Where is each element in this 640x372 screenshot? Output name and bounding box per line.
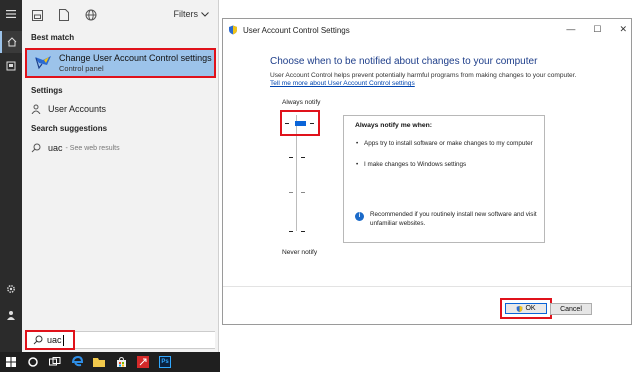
slider-tick (310, 123, 314, 124)
ok-button-highlight: OK (500, 298, 552, 319)
cancel-button[interactable]: Cancel (550, 303, 592, 315)
search-icon (30, 142, 42, 154)
store-icon[interactable] (110, 352, 132, 372)
bullet-icon: • (356, 161, 359, 168)
search-input[interactable]: uac (25, 330, 75, 350)
search-results-panel: Filters Best match Change User Account C… (22, 0, 219, 352)
taskbar: Ps (0, 352, 220, 372)
web-suggestion-item[interactable]: uac - See web results (30, 142, 120, 154)
chevron-down-icon (201, 11, 209, 17)
search-box-background (75, 331, 215, 349)
window-controls: — ☐ ✕ (566, 24, 627, 35)
cortana-circle-icon[interactable] (22, 352, 44, 372)
suggestion-query: uac (48, 143, 63, 153)
best-match-title: Change User Account Control settings (59, 52, 212, 63)
photoshop-icon[interactable]: Ps (154, 352, 176, 372)
info-icon: i (355, 212, 364, 221)
uac-flag-icon (35, 56, 51, 70)
search-icon (33, 335, 43, 345)
level-description-box: Always notify me when: • Apps try to ins… (343, 115, 545, 243)
user-accounts-label: User Accounts (48, 104, 107, 114)
level-bullet: • Apps try to install software or make c… (356, 140, 536, 149)
best-match-result[interactable]: Change User Account Control settings Con… (25, 48, 216, 78)
slider-top-label: Always notify (282, 99, 321, 106)
level-title: Always notify me when: (355, 122, 433, 129)
slider-tick (289, 231, 293, 232)
photoshop-label: Ps (159, 356, 171, 368)
slider-tick (301, 192, 305, 193)
recommendation-text: Recommended if you routinely install new… (370, 211, 537, 227)
documents-icon[interactable] (0, 55, 22, 77)
red-app-icon[interactable] (132, 352, 154, 372)
window-title: User Account Control Settings (243, 25, 350, 35)
uac-settings-window: User Account Control Settings — ☐ ✕ Choo… (222, 18, 632, 325)
task-view-icon[interactable] (44, 352, 66, 372)
home-icon[interactable] (0, 31, 22, 53)
tell-me-more-link[interactable]: Tell me more about User Account Control … (270, 80, 415, 87)
slider-tick (289, 157, 293, 158)
cancel-label: Cancel (560, 305, 582, 313)
settings-gear-icon[interactable] (0, 278, 22, 300)
best-match-heading: Best match (31, 33, 75, 42)
start-rail (0, 0, 22, 352)
slider-thumb-highlight (280, 110, 320, 136)
minimize-button[interactable]: — (566, 24, 575, 35)
level-bullet-text: I make changes to Windows settings (364, 161, 467, 168)
filter-bar: Filters (22, 0, 219, 30)
best-match-subtitle: Control panel (59, 63, 104, 73)
ok-button[interactable]: OK (505, 303, 547, 314)
user-accounts-item[interactable]: User Accounts (30, 103, 106, 115)
ok-label: OK (525, 305, 536, 312)
text-caret (62, 334, 64, 346)
slider-tick (289, 192, 293, 193)
uac-shield-icon (229, 25, 237, 35)
slider-thumb[interactable] (295, 121, 306, 126)
recommendation: i Recommended if you routinely install n… (355, 211, 540, 228)
user-icon[interactable] (0, 304, 22, 326)
settings-heading: Settings (31, 86, 63, 95)
footer-divider (223, 286, 631, 287)
screen: Filters Best match Change User Account C… (0, 0, 640, 372)
edge-browser-icon[interactable] (66, 352, 88, 372)
close-button[interactable]: ✕ (619, 24, 627, 35)
user-icon (30, 103, 42, 115)
bullet-icon: • (356, 140, 359, 147)
slider-tick (301, 231, 305, 232)
slider-tick (301, 157, 305, 158)
maximize-button[interactable]: ☐ (593, 24, 601, 35)
slider-bottom-label: Never notify (282, 249, 318, 256)
file-explorer-icon[interactable] (88, 352, 110, 372)
hamburger-menu-icon[interactable] (0, 3, 22, 25)
search-input-value: uac (47, 335, 62, 345)
apps-icon[interactable] (30, 8, 44, 22)
windows-start-icon[interactable] (0, 352, 22, 372)
documents-icon[interactable] (57, 8, 71, 22)
slider-tick (285, 123, 289, 124)
uac-shield-icon (517, 305, 523, 312)
filters-label: Filters (173, 9, 199, 19)
suggestion-hint: - See web results (65, 144, 120, 152)
window-titlebar[interactable]: User Account Control Settings — ☐ ✕ (223, 19, 631, 41)
filters-dropdown[interactable]: Filters (174, 9, 210, 19)
uac-heading: Choose when to be notified about changes… (270, 56, 538, 67)
level-bullet-text: Apps try to install software or make cha… (364, 140, 533, 147)
level-bullet: • I make changes to Windows settings (356, 161, 536, 170)
search-suggestions-heading: Search suggestions (31, 124, 108, 133)
uac-description: User Account Control helps prevent poten… (270, 72, 577, 79)
web-globe-icon[interactable] (84, 8, 98, 22)
